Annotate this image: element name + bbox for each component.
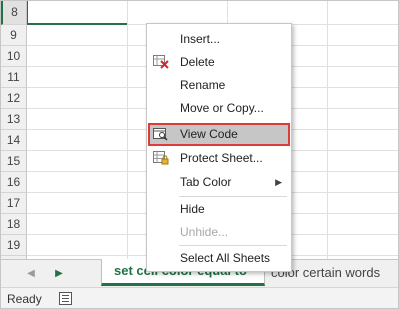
menu-item-rename[interactable]: Rename <box>148 74 290 97</box>
sheet-tab-context-menu: Insert... Delete Rename Move or Copy... <box>146 23 292 272</box>
row-header-14[interactable]: 14 <box>1 130 27 151</box>
status-bar: Ready <box>1 287 398 308</box>
row-header-16[interactable]: 16 <box>1 172 27 193</box>
menu-separator <box>179 196 287 197</box>
excel-window: 8 9 10 11 12 13 14 15 16 17 18 19 20 ◀ ▶… <box>0 0 399 309</box>
menu-item-tab-color[interactable]: Tab Color ▶ <box>148 171 290 194</box>
menu-item-delete[interactable]: Delete <box>148 51 290 74</box>
scroll-tabs-left-icon[interactable]: ◀ <box>23 266 39 282</box>
menu-item-label: Tab Color <box>180 175 232 189</box>
row-header-19[interactable]: 19 <box>1 235 27 256</box>
view-code-icon <box>153 128 168 141</box>
menu-item-hide[interactable]: Hide <box>148 198 290 221</box>
status-ready-text: Ready <box>7 292 42 306</box>
submenu-arrow-icon: ▶ <box>275 177 282 187</box>
menu-item-label: Delete <box>180 55 215 69</box>
menu-item-select-all-sheets[interactable]: Select All Sheets <box>148 247 290 270</box>
protect-sheet-icon <box>153 151 169 165</box>
row-header-12[interactable]: 12 <box>1 88 27 109</box>
menu-separator <box>179 245 287 246</box>
row-header-10[interactable]: 10 <box>1 46 27 67</box>
menu-item-label: Hide <box>180 202 205 216</box>
row-header-15[interactable]: 15 <box>1 151 27 172</box>
menu-item-label: Unhide... <box>180 225 229 239</box>
delete-sheet-icon <box>153 55 169 69</box>
menu-item-view-code[interactable]: View Code <box>148 123 290 146</box>
gridline <box>327 1 328 259</box>
row-header-11[interactable]: 11 <box>1 67 27 88</box>
menu-item-label: Move or Copy... <box>180 101 264 115</box>
menu-item-unhide: Unhide... <box>148 221 290 244</box>
row-header-17[interactable]: 17 <box>1 193 27 214</box>
menu-item-label: Select All Sheets <box>180 251 271 265</box>
menu-item-insert[interactable]: Insert... <box>148 28 290 51</box>
scroll-tabs-right-icon[interactable]: ▶ <box>51 266 67 282</box>
row-header-13[interactable]: 13 <box>1 109 27 130</box>
menu-item-move-or-copy[interactable]: Move or Copy... <box>148 97 290 120</box>
menu-item-label: View Code <box>180 127 238 141</box>
row-header-8[interactable]: 8 <box>1 1 27 25</box>
gridline <box>127 1 128 259</box>
active-cell[interactable] <box>27 1 127 25</box>
menu-item-label: Insert... <box>180 32 221 46</box>
menu-item-protect-sheet[interactable]: Protect Sheet... <box>148 147 290 170</box>
menu-item-label: Rename <box>180 78 226 92</box>
row-header-9[interactable]: 9 <box>1 25 27 46</box>
macro-record-icon[interactable] <box>59 292 72 305</box>
row-header-18[interactable]: 18 <box>1 214 27 235</box>
menu-item-label: Protect Sheet... <box>180 151 263 165</box>
